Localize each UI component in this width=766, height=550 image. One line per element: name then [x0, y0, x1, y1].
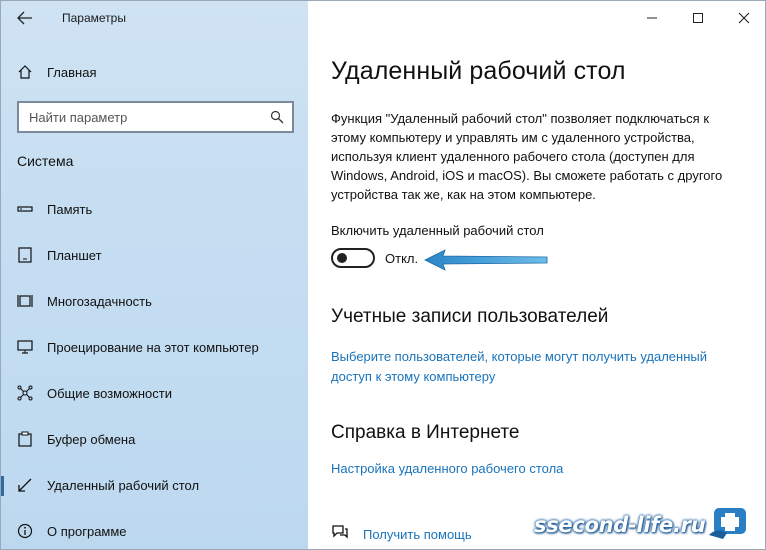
page-title: Удаленный рабочий стол	[331, 57, 626, 85]
remote-desktop-toggle[interactable]	[331, 248, 375, 268]
nav-home-label: Главная	[47, 64, 97, 80]
nav-home[interactable]: Главная	[1, 53, 308, 91]
toggle-label: Включить удаленный рабочий стол	[331, 223, 544, 238]
remote-desktop-icon	[17, 477, 33, 493]
sidebar-item-label: Проецирование на этот компьютер	[47, 339, 259, 355]
multitasking-icon	[17, 293, 33, 309]
sidebar-item-label: Буфер обмена	[47, 431, 136, 447]
section-title: Система	[17, 153, 74, 169]
sidebar: Параметры Главная Система Память П	[1, 1, 308, 549]
sidebar-item-label: О программе	[47, 523, 127, 539]
content-pane: Удаленный рабочий стол Функция "Удаленны…	[308, 1, 765, 549]
info-icon	[17, 523, 33, 539]
active-indicator	[1, 476, 4, 496]
sidebar-item-label: Многозадачность	[47, 293, 152, 309]
setup-remote-desktop-link[interactable]: Настройка удаленного рабочего стола	[331, 459, 563, 479]
select-users-link[interactable]: Выберите пользователей, которые могут по…	[331, 347, 731, 387]
accounts-heading: Учетные записи пользователей	[331, 306, 609, 327]
close-icon	[738, 12, 750, 24]
sidebar-item-label: Память	[47, 201, 93, 217]
back-arrow-icon[interactable]	[17, 11, 33, 25]
tablet-icon	[17, 247, 33, 263]
search-input[interactable]	[29, 109, 259, 125]
home-icon	[17, 64, 33, 80]
window-controls	[629, 1, 765, 35]
sidebar-item-about[interactable]: О программе	[1, 512, 308, 549]
help-chat-icon	[331, 523, 349, 546]
settings-window: Параметры Главная Система Память П	[0, 0, 766, 550]
search-box[interactable]	[17, 101, 294, 133]
sidebar-item-projecting[interactable]: Проецирование на этот компьютер	[1, 328, 308, 366]
toggle-state-text: Откл.	[385, 251, 419, 266]
minimize-icon	[647, 17, 657, 19]
maximize-button[interactable]	[675, 1, 721, 35]
sidebar-item-label: Удаленный рабочий стол	[47, 477, 200, 493]
sidebar-item-tablet[interactable]: Планшет	[1, 236, 308, 274]
storage-icon	[17, 201, 33, 217]
maximize-icon	[693, 13, 703, 23]
toggle-knob	[337, 253, 347, 263]
minimize-button[interactable]	[629, 1, 675, 35]
pointer-arrow-annotation	[421, 245, 551, 275]
shared-experiences-icon	[17, 385, 33, 401]
get-help-link[interactable]: Получить помощь	[363, 527, 472, 542]
watermark: ssecond-life.ru	[531, 501, 765, 549]
search-icon[interactable]	[270, 110, 284, 124]
sidebar-item-remote-desktop[interactable]: Удаленный рабочий стол	[1, 466, 308, 504]
window-title: Параметры	[62, 11, 126, 25]
close-button[interactable]	[721, 1, 765, 35]
sidebar-item-label: Планшет	[47, 247, 102, 263]
title-bar: Параметры	[1, 1, 308, 35]
watermark-text: ssecond-life.ru	[534, 513, 706, 537]
sidebar-item-label: Общие возможности	[47, 385, 173, 401]
sidebar-item-storage[interactable]: Память	[1, 190, 308, 228]
online-help-heading: Справка в Интернете	[331, 422, 520, 443]
sidebar-item-clipboard[interactable]: Буфер обмена	[1, 420, 308, 458]
sidebar-item-multitasking[interactable]: Многозадачность	[1, 282, 308, 320]
get-help-row[interactable]: Получить помощь	[331, 523, 472, 546]
clipboard-icon	[17, 431, 33, 447]
projecting-icon	[17, 339, 33, 355]
medical-case-icon	[707, 505, 751, 541]
description-text: Функция "Удаленный рабочий стол" позволя…	[331, 111, 723, 202]
sidebar-item-shared-experiences[interactable]: Общие возможности	[1, 374, 308, 412]
